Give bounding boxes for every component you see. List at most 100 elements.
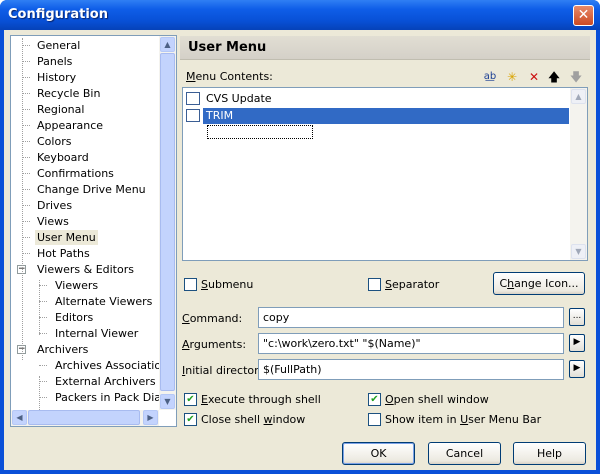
- tree-connector: [39, 333, 47, 334]
- list-vscrollbar[interactable]: ▲ ▼: [570, 88, 587, 260]
- close-shell-window-checkbox[interactable]: ✔: [184, 413, 197, 426]
- new-item-edit-box[interactable]: [207, 125, 313, 139]
- tree-item[interactable]: Regional: [35, 102, 86, 117]
- tree-connector: [22, 221, 30, 222]
- tree-item[interactable]: Hot Paths: [35, 246, 92, 261]
- tree-item[interactable]: Recycle Bin: [35, 86, 102, 101]
- tree-connector: [22, 141, 30, 142]
- move-down-icon[interactable]: 🡇: [568, 70, 584, 84]
- tree-item[interactable]: Packers in Pack Dialo: [53, 390, 173, 405]
- settings-tree: General Panels History Recycle Bin Regional A…: [10, 35, 177, 427]
- arguments-menu-button[interactable]: ▶: [569, 334, 585, 352]
- scroll-left-button[interactable]: ◀: [12, 410, 27, 425]
- tree-item[interactable]: Keyboard: [35, 150, 91, 165]
- menu-list-item[interactable]: CVS Update: [203, 91, 569, 107]
- tree-connector: [39, 381, 47, 382]
- tree-item[interactable]: Appearance: [35, 118, 105, 133]
- tree-connector: [39, 317, 47, 318]
- tree-connector: [22, 61, 30, 62]
- menu-contents-label: Menu Contents:: [186, 70, 273, 83]
- menu-list-item[interactable]: TRIM: [203, 108, 569, 124]
- separator-checkbox[interactable]: [368, 278, 381, 291]
- initial-directory-label: Initial directory:: [182, 364, 269, 377]
- tree-item[interactable]: External Archivers Lo: [53, 374, 174, 389]
- close-shell-window-label: Close shell window: [201, 413, 306, 426]
- tree-connector: [22, 109, 30, 110]
- menu-item-icon: [186, 92, 200, 105]
- help-button[interactable]: Help: [513, 442, 586, 465]
- delete-icon[interactable]: ✕: [526, 70, 542, 84]
- tree-connector: [22, 237, 30, 238]
- initial-directory-menu-button[interactable]: ▶: [569, 360, 585, 378]
- execute-through-shell-label: Execute through shell: [201, 393, 321, 406]
- scroll-right-button[interactable]: ▶: [143, 410, 158, 425]
- scroll-thumb[interactable]: [160, 53, 175, 391]
- command-label: Command:: [182, 312, 243, 325]
- panel-title: User Menu: [188, 40, 267, 55]
- tree-item[interactable]: History: [35, 70, 78, 85]
- tree-item[interactable]: Editors: [53, 310, 95, 325]
- tree-item[interactable]: Panels: [35, 54, 74, 69]
- hscroll-thumb[interactable]: [28, 410, 140, 425]
- cancel-button[interactable]: Cancel: [428, 442, 501, 465]
- panel-header: User Menu: [180, 36, 590, 60]
- tree-item[interactable]: Viewers & Editors: [35, 262, 136, 277]
- show-in-user-menu-bar-checkbox[interactable]: [368, 413, 381, 426]
- submenu-label: Submenu: [201, 278, 254, 291]
- tree-hscrollbar[interactable]: ◀ ▶: [11, 410, 159, 426]
- command-browse-button[interactable]: ...: [569, 308, 585, 326]
- tree-item[interactable]: Alternate Viewers: [53, 294, 154, 309]
- move-up-icon[interactable]: 🡅: [546, 70, 562, 84]
- menu-contents-list[interactable]: CVS Update TRIM ▲ ▼: [182, 87, 588, 261]
- tree-vscrollbar[interactable]: ▲ ▼: [159, 36, 176, 410]
- rename-icon[interactable]: a͟b: [482, 70, 498, 84]
- tree-connector: [39, 376, 40, 410]
- tree-item[interactable]: Internal Viewer: [53, 326, 140, 341]
- list-scroll-up-button[interactable]: ▲: [571, 89, 586, 104]
- tree-item[interactable]: Change Drive Menu: [35, 182, 148, 197]
- scroll-up-button[interactable]: ▲: [160, 37, 175, 52]
- tree-item[interactable]: Archivers: [35, 342, 90, 357]
- new-item-icon[interactable]: ✳: [504, 70, 520, 84]
- tree-connector: [22, 189, 30, 190]
- initial-directory-input[interactable]: $(FullPath): [258, 359, 564, 380]
- arguments-input[interactable]: "c:\work\zero.txt" "$(Name)": [258, 333, 564, 354]
- close-button[interactable]: ✕: [573, 5, 594, 26]
- tree-item[interactable]: Archives Associations: [53, 358, 176, 373]
- tree-connector: [22, 125, 30, 126]
- tree-item[interactable]: Colors: [35, 134, 73, 149]
- tree-connector: [22, 157, 30, 158]
- tree-connector: [39, 285, 47, 286]
- tree-item[interactable]: Drives: [35, 198, 74, 213]
- separator-label: Separator: [385, 278, 440, 291]
- change-icon-button[interactable]: Change Icon...: [493, 272, 585, 295]
- tree-connector: [22, 173, 30, 174]
- title-bar[interactable]: Configuration ✕: [0, 0, 600, 30]
- tree-item[interactable]: Views: [35, 214, 71, 229]
- show-in-user-menu-bar-label: Show item in User Menu Bar: [385, 413, 542, 426]
- tree-connector: [22, 205, 30, 206]
- window-title: Configuration: [8, 7, 108, 22]
- execute-through-shell-checkbox[interactable]: ✔: [184, 393, 197, 406]
- dialog-body: General Panels History Recycle Bin Regional A…: [4, 30, 596, 470]
- tree-connector: [22, 77, 30, 78]
- tree-connector: [22, 93, 30, 94]
- tree-connector: [39, 301, 47, 302]
- menu-item-icon: [186, 109, 200, 122]
- tree-item[interactable]: General: [35, 38, 82, 53]
- config-window: Configuration ✕ General Panels History Recy…: [0, 0, 600, 474]
- tree-connector: [22, 38, 23, 360]
- open-shell-window-checkbox[interactable]: ✔: [368, 393, 381, 406]
- ok-button[interactable]: OK: [342, 442, 415, 465]
- tree-item[interactable]: Viewers: [53, 278, 100, 293]
- scroll-down-button[interactable]: ▼: [160, 394, 175, 409]
- tree-connector: [22, 253, 30, 254]
- list-scroll-down-button[interactable]: ▼: [571, 244, 586, 259]
- tree-item[interactable]: User Menu: [35, 230, 98, 245]
- tree-item[interactable]: Confirmations: [35, 166, 116, 181]
- arguments-label: Arguments:: [182, 338, 247, 351]
- tree-connector: [22, 45, 30, 46]
- tree-connector: [39, 280, 40, 335]
- command-input[interactable]: copy: [258, 307, 564, 328]
- submenu-checkbox[interactable]: [184, 278, 197, 291]
